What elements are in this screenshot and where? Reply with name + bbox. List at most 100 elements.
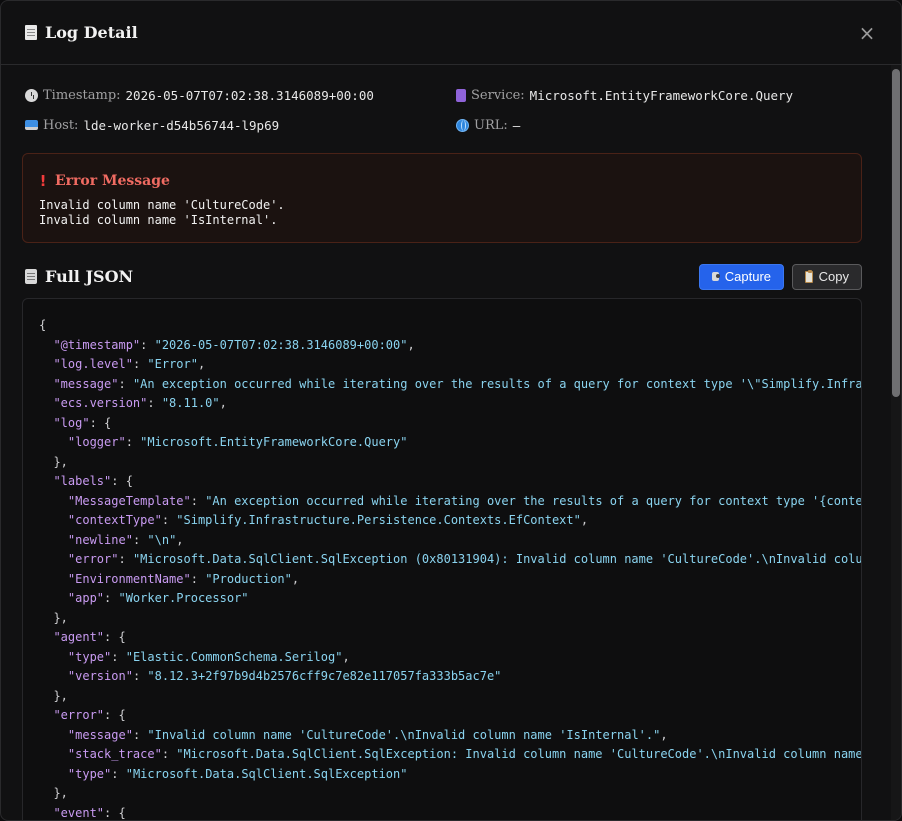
exclamation-icon: ! xyxy=(39,172,47,190)
json-punct: , xyxy=(219,396,227,410)
json-punct: : { xyxy=(111,474,133,488)
json-value: "Microsoft.Data.SqlClient.SqlException: … xyxy=(176,747,862,761)
json-value: "An exception occurred while iterating o… xyxy=(205,493,862,508)
copy-button-label: Copy xyxy=(818,269,849,284)
json-line: "logger": "Microsoft.EntityFrameworkCore… xyxy=(39,433,861,453)
timestamp-value: 2026-05-07T07:02:38.3146089+00:00 xyxy=(125,87,374,103)
json-punct: : xyxy=(118,552,133,566)
close-icon: × xyxy=(858,20,876,45)
scrollbar-thumb[interactable] xyxy=(892,69,900,397)
json-actions: Capture Copy xyxy=(699,263,862,290)
json-key: "agent" xyxy=(53,630,105,644)
json-key: "type" xyxy=(67,649,112,664)
json-key: "message" xyxy=(53,376,119,391)
json-line: "log": { xyxy=(39,414,861,434)
modal-title: Log Detail xyxy=(25,23,138,42)
json-punct xyxy=(39,591,68,605)
json-punct: : xyxy=(161,513,177,527)
json-punct: , xyxy=(407,337,415,352)
json-punct: : xyxy=(132,727,148,742)
clipboard-icon xyxy=(805,269,813,283)
json-punct: : xyxy=(132,357,148,371)
json-value: "Microsoft.EntityFrameworkCore.Query" xyxy=(140,435,408,449)
json-punct: : xyxy=(104,591,119,605)
json-viewer[interactable]: { "@timestamp": "2026-05-07T07:02:38.314… xyxy=(22,298,862,820)
full-json-title: Full JSON xyxy=(25,267,133,286)
timestamp-field: Timestamp: 2026-05-07T07:02:38.3146089+0… xyxy=(25,87,456,103)
json-line: "error": { xyxy=(39,706,861,726)
json-punct xyxy=(39,533,68,547)
json-punct xyxy=(39,357,53,371)
json-key: "EnvironmentName" xyxy=(67,571,191,586)
json-punct: , xyxy=(580,513,589,527)
json-punct xyxy=(39,474,53,488)
json-key: "message" xyxy=(67,727,133,742)
modal-body: Timestamp: 2026-05-07T07:02:38.3146089+0… xyxy=(1,65,891,820)
json-line: "type": "Microsoft.Data.SqlClient.SqlExc… xyxy=(39,765,861,785)
host-field: Host: lde-worker-d54b56744-l9p69 xyxy=(25,117,456,133)
json-line: }, xyxy=(39,609,861,629)
json-line: "type": "Elastic.CommonSchema.Serilog", xyxy=(39,648,861,668)
close-button[interactable]: × xyxy=(857,20,877,45)
copy-button[interactable]: Copy xyxy=(792,263,862,290)
json-key: "event" xyxy=(53,805,105,820)
json-value: "An exception occurred while iterating o… xyxy=(132,376,862,391)
json-punct: : xyxy=(190,571,206,586)
log-metadata: Timestamp: 2026-05-07T07:02:38.3146089+0… xyxy=(1,65,891,133)
json-line: "agent": { xyxy=(39,628,861,648)
json-value: "Microsoft.Data.SqlClient.SqlException (… xyxy=(132,552,862,566)
modal-title-text: Log Detail xyxy=(45,23,138,42)
json-value: "Invalid column name 'CultureCode'.\nInv… xyxy=(147,727,661,742)
json-key: "version" xyxy=(67,669,133,683)
scroll-icon xyxy=(25,269,37,284)
json-value: "Production" xyxy=(205,571,292,586)
json-content: { "@timestamp": "2026-05-07T07:02:38.314… xyxy=(39,316,861,820)
json-punct: , xyxy=(291,571,300,586)
json-key: "@timestamp" xyxy=(53,337,141,352)
json-punct xyxy=(39,552,68,566)
json-punct: { xyxy=(39,318,47,332)
json-line: "labels": { xyxy=(39,472,861,492)
json-punct: }, xyxy=(39,610,68,625)
json-line: "event": { xyxy=(39,804,861,821)
json-value: "\n" xyxy=(147,532,177,547)
json-key: "error" xyxy=(53,708,105,722)
json-line: "version": "8.12.3+2f97b9d4b2576cff9c7e8… xyxy=(39,667,861,687)
json-key: "log" xyxy=(53,415,90,430)
json-line: "contextType": "Simplify.Infrastructure.… xyxy=(39,511,861,531)
json-punct xyxy=(39,708,53,722)
json-punct: : xyxy=(111,766,126,781)
json-key: "labels" xyxy=(53,474,112,488)
json-punct xyxy=(39,806,53,820)
json-key: "error" xyxy=(67,552,119,566)
json-punct: : xyxy=(190,493,206,508)
json-line: "stack_trace": "Microsoft.Data.SqlClient… xyxy=(39,745,861,765)
json-punct: : xyxy=(118,376,133,391)
json-punct: , xyxy=(660,727,668,742)
url-label: URL: xyxy=(474,117,508,133)
json-key: "logger" xyxy=(67,435,126,449)
log-detail-modal: Log Detail × Timestamp: 2026-05-07T07:02… xyxy=(0,0,902,821)
document-icon xyxy=(25,25,37,40)
json-line: }, xyxy=(39,687,861,707)
json-punct xyxy=(39,630,53,644)
clock-icon xyxy=(25,88,38,102)
json-punct xyxy=(39,338,53,352)
capture-button[interactable]: Capture xyxy=(699,263,784,290)
json-value: "Simplify.Infrastructure.Persistence.Con… xyxy=(176,513,581,527)
modal-scrollbar[interactable] xyxy=(891,65,901,820)
json-line: "@timestamp": "2026-05-07T07:02:38.31460… xyxy=(39,336,861,356)
json-punct: : xyxy=(132,669,148,683)
json-punct xyxy=(39,435,68,449)
json-value: "Elastic.CommonSchema.Serilog" xyxy=(125,649,343,664)
json-line: "log.level": "Error", xyxy=(39,355,861,375)
json-punct: }, xyxy=(39,786,68,800)
json-punct xyxy=(39,396,53,410)
json-line: }, xyxy=(39,453,861,473)
error-message-text: Invalid column name 'CultureCode'. Inval… xyxy=(39,198,285,227)
json-punct xyxy=(39,650,68,664)
json-key: "MessageTemplate" xyxy=(67,493,191,508)
json-value: "2026-05-07T07:02:38.3146089+00:00" xyxy=(154,337,408,352)
json-punct xyxy=(39,513,68,527)
json-value: "Error" xyxy=(147,357,198,371)
